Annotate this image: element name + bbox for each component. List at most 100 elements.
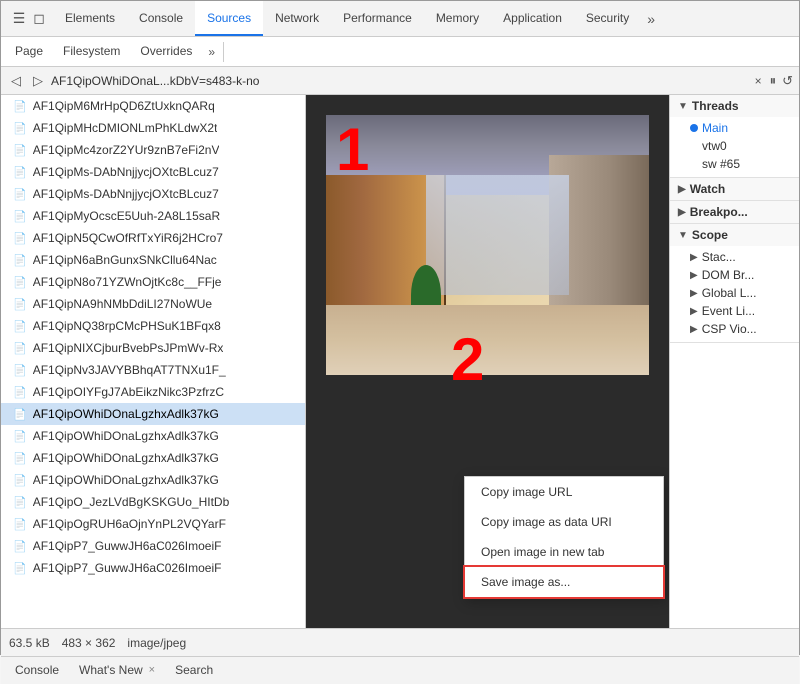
- bottom-tab-what's-new[interactable]: What's New ×: [69, 657, 165, 684]
- file-item[interactable]: 📄AF1QipNQ38rpCMcPHSuK1BFqx8: [1, 315, 305, 337]
- tab-network[interactable]: Network: [263, 1, 331, 36]
- right-panel: ▼ Threads Main vtw0 sw #65 ▶ Watch ▶ Break…: [669, 95, 799, 628]
- tab-security[interactable]: Security: [574, 1, 641, 36]
- scope-item[interactable]: ▶ CSP Vio...: [690, 320, 791, 338]
- subtab-page[interactable]: Page: [5, 37, 53, 66]
- bottom-tab-close[interactable]: ×: [149, 664, 155, 676]
- watch-header[interactable]: ▶ Watch: [670, 178, 799, 200]
- tab-sources[interactable]: Sources: [195, 1, 263, 36]
- scope-label: CSP Vio...: [702, 322, 757, 336]
- breakpoints-header[interactable]: ▶ Breakpo...: [670, 201, 799, 223]
- bottom-tab-label: What's New: [79, 663, 143, 677]
- tab-elements[interactable]: Elements: [53, 1, 127, 36]
- file-item[interactable]: 📄 AF1QipP7_GuwwJH6aC026ImoeiF: [1, 535, 305, 557]
- file-item[interactable]: 📄 AF1QipOWhiDOnaLgzhxAdlk37kG: [1, 403, 305, 425]
- file-item[interactable]: 📄AF1QipN5QCwOfRfTxYiR6j2HCro7: [1, 227, 305, 249]
- main-content: 📄 AF1QipM6MrHpQD6ZtUxknQARq 📄 AF1QipMHcDMIO…: [1, 95, 799, 628]
- file-name: AF1QipMs-DAbNnjjycjOXtcBLcuz7: [33, 165, 219, 179]
- thread-item[interactable]: Main: [690, 119, 791, 137]
- file-name: AF1QipOWhiDOnaLgzhxAdlk37kG: [33, 407, 219, 421]
- file-item[interactable]: 📄AF1QipMs-DAbNnjjycjOXtcBLcuz7: [1, 183, 305, 205]
- file-item[interactable]: 📄AF1QipN8o71YZWnOjtKc8c__FFje: [1, 271, 305, 293]
- tab-application[interactable]: Application: [491, 1, 574, 36]
- tab-performance[interactable]: Performance: [331, 1, 424, 36]
- scope-arrow-right: ▶: [690, 306, 698, 317]
- file-item[interactable]: 📄AF1QipOWhiDOnaLgzhxAdlk37kG: [1, 469, 305, 491]
- scope-item[interactable]: ▶Global L...: [690, 284, 791, 302]
- context-menu-item[interactable]: Save image as...: [465, 567, 663, 597]
- thread-item[interactable]: sw #65: [690, 155, 791, 173]
- thread-label: vtw0: [702, 139, 727, 153]
- file-item[interactable]: 📄AF1QipOgRUH6aOjnYnPL2VQYarF: [1, 513, 305, 535]
- file-item[interactable]: 📄 AF1QipM6MrHpQD6ZtUxknQARq: [1, 95, 305, 117]
- file-item[interactable]: 📄AF1QipNIXCjburBvebPsJPmWv-Rx: [1, 337, 305, 359]
- file-item[interactable]: 📄AF1QipOIYFgJ7AbEikzNikc3PzfrzC: [1, 381, 305, 403]
- file-name: AF1QipP7_GuwwJH6aC026ImoeiF: [33, 539, 222, 553]
- scope-arrow: ▼: [678, 230, 688, 241]
- tab-memory[interactable]: Memory: [424, 1, 491, 36]
- scope-label: Scope: [692, 228, 728, 242]
- context-menu-item[interactable]: Open image in new tab: [465, 537, 663, 567]
- file-item[interactable]: 📄 AF1QipMc4zorZ2YUr9znB7eFi2nV: [1, 139, 305, 161]
- file-icon: 📄: [13, 166, 27, 179]
- file-icon: 📄: [13, 320, 27, 333]
- file-name: AF1QipP7_GuwwJH6aC026ImoeiF: [33, 561, 222, 575]
- file-type: image/jpeg: [127, 636, 186, 650]
- bottom-tab-search[interactable]: Search: [165, 657, 223, 684]
- image-panel: 1 2 Copy image URLCopy image as data URI…: [306, 95, 669, 628]
- mall-center: [426, 175, 569, 295]
- mall-floor: [326, 305, 649, 375]
- thread-item[interactable]: vtw0: [690, 137, 791, 155]
- file-item[interactable]: 📄AF1QipP7_GuwwJH6aC026ImoeiF: [1, 557, 305, 579]
- nav-back-btn[interactable]: ◁: [7, 72, 25, 90]
- file-item[interactable]: 📄AF1QipN6aBnGunxSNkCllu64Nac: [1, 249, 305, 271]
- file-name: AF1QipMHcDMIONLmPhKLdwX2t: [33, 121, 218, 135]
- file-name: AF1QipMc4zorZ2YUr9znB7eFi2nV: [33, 143, 220, 157]
- subtab-overrides[interactable]: Overrides: [130, 37, 202, 66]
- file-item[interactable]: 📄AF1QipNv3JAVYBBhqAT7TNXu1F_: [1, 359, 305, 381]
- file-icon: 📄: [13, 342, 27, 355]
- file-icon: 📄: [13, 122, 27, 135]
- close-tab-btn[interactable]: ×: [751, 74, 766, 88]
- file-name: AF1QipN6aBnGunxSNkCllu64Nac: [33, 253, 217, 267]
- bottom-tab-console[interactable]: Console: [5, 657, 69, 684]
- scope-item[interactable]: ▶Event Li...: [690, 302, 791, 320]
- file-item[interactable]: 📄 AF1QipMHcDMIONLmPhKLdwX2t: [1, 117, 305, 139]
- device-icon[interactable]: ◻: [31, 11, 47, 27]
- threads-header[interactable]: ▼ Threads: [670, 95, 799, 117]
- threads-section: ▼ Threads Main vtw0 sw #65: [670, 95, 799, 178]
- nav-forward-btn[interactable]: ▷: [29, 72, 47, 90]
- file-icon: 📄: [13, 540, 27, 553]
- context-menu-item[interactable]: Copy image as data URI: [465, 507, 663, 537]
- file-name: AF1QipM6MrHpQD6ZtUxknQARq: [33, 99, 215, 113]
- scope-item[interactable]: ▶Stac...: [690, 248, 791, 266]
- file-icon: 📄: [13, 144, 27, 157]
- scope-arrow-right: ▶: [690, 324, 698, 335]
- threads-content: Main vtw0 sw #65: [670, 117, 799, 177]
- subtab-divider: [223, 42, 224, 62]
- file-icon: 📄: [13, 408, 27, 421]
- open-file-tab[interactable]: AF1QipOWhiDOnaL...kDbV=s483-k-no: [51, 74, 747, 88]
- file-item[interactable]: 📄AF1QipOWhiDOnaLgzhxAdlk37kG: [1, 425, 305, 447]
- scope-header[interactable]: ▼ Scope: [670, 224, 799, 246]
- file-icon: 📄: [13, 188, 27, 201]
- scope-label: DOM Br...: [702, 268, 755, 282]
- file-item[interactable]: 📄 AF1QipMs-DAbNnjjycjOXtcBLcuz7: [1, 161, 305, 183]
- main-tabs-nav: ElementsConsoleSourcesNetworkPerformance…: [53, 1, 641, 36]
- subtab-filesystem[interactable]: Filesystem: [53, 37, 130, 66]
- file-icon: 📄: [13, 100, 27, 113]
- file-item[interactable]: 📄AF1QipNA9hNMbDdiLI27NoWUe: [1, 293, 305, 315]
- file-name: AF1QipMyOcscE5Uuh-2A8L15saR: [33, 209, 220, 223]
- file-name: AF1QipOWhiDOnaLgzhxAdlk37kG: [33, 451, 219, 465]
- file-item[interactable]: 📄AF1QipO_JezLVdBgKSKGUo_HItDb: [1, 491, 305, 513]
- file-item[interactable]: 📄AF1QipOWhiDOnaLgzhxAdlk37kG: [1, 447, 305, 469]
- subtab-more[interactable]: »: [202, 45, 221, 59]
- tab-console[interactable]: Console: [127, 1, 195, 36]
- inspect-icon[interactable]: ☰: [11, 11, 27, 27]
- more-tabs-btn[interactable]: »: [641, 11, 661, 27]
- scope-item[interactable]: ▶DOM Br...: [690, 266, 791, 284]
- toggle-panel-btn[interactable]: ⏸: [770, 73, 777, 89]
- file-item[interactable]: 📄AF1QipMyOcscE5Uuh-2A8L15saR: [1, 205, 305, 227]
- refresh-btn[interactable]: ↺: [782, 73, 793, 89]
- context-menu-item[interactable]: Copy image URL: [465, 477, 663, 507]
